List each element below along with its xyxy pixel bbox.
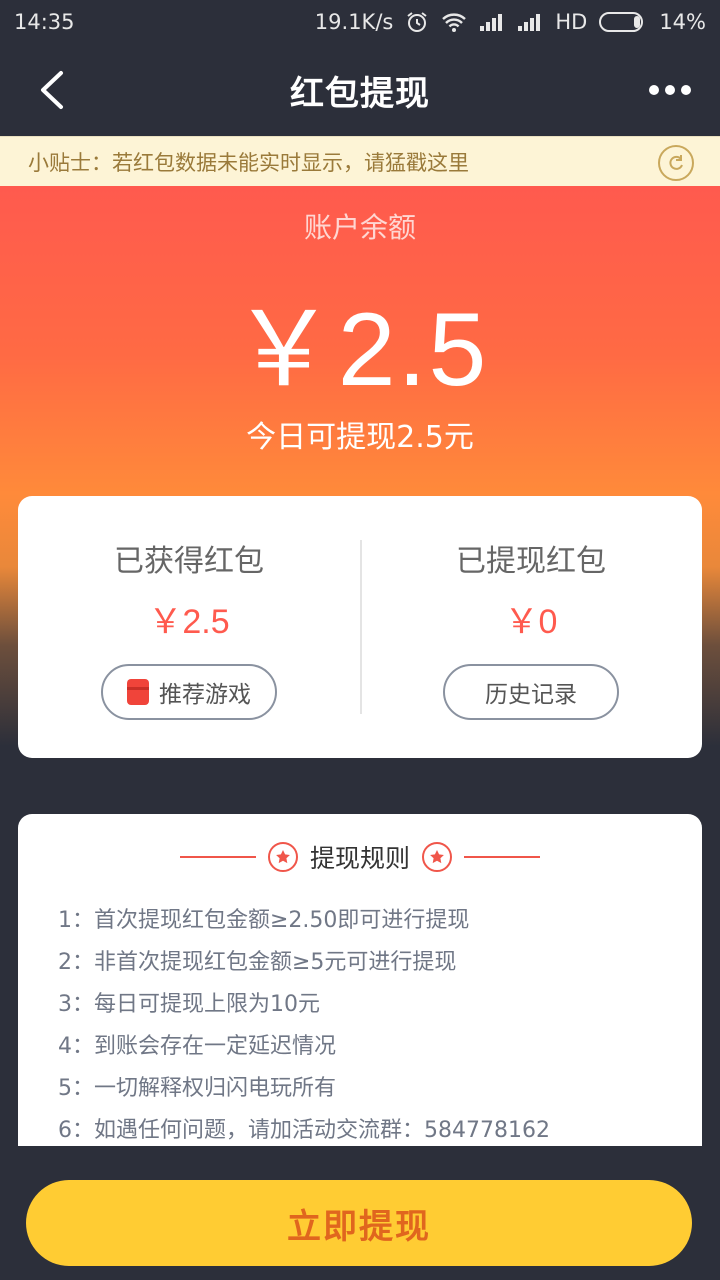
earned-column: 已获得红包 ￥2.5 推荐游戏: [18, 496, 360, 758]
tip-bar[interactable]: 小贴士：若红包数据未能实时显示，请猛戳这里: [0, 136, 720, 186]
star-icon: [267, 842, 298, 872]
network-type: HD: [555, 10, 588, 34]
more-button[interactable]: [644, 66, 696, 114]
rule-item: 1：首次提现红包金额≥2.50即可进行提现: [58, 908, 470, 933]
battery-icon: [599, 11, 647, 33]
signal-icon: [479, 12, 505, 32]
rules-card: 提现规则 1：首次提现红包金额≥2.50即可进行提现 2：非首次提现红包金额≥5…: [18, 814, 702, 1146]
status-bar: 14:35 19.1K/s HD 14%: [0, 0, 720, 44]
app-header: 红包提现: [0, 44, 720, 136]
status-right: 19.1K/s HD 14%: [315, 10, 706, 34]
tip-text: 小贴士：若红包数据未能实时显示，请猛戳这里: [28, 150, 469, 175]
rules-title: 提现规则: [309, 844, 410, 873]
withdrawn-column: 已提现红包 ￥0 历史记录: [360, 496, 702, 758]
status-time: 14:35: [14, 10, 75, 34]
red-packet-icon: [127, 679, 149, 705]
withdraw-now-button[interactable]: 立即提现: [26, 1180, 692, 1266]
stats-card: 已获得红包 ￥2.5 推荐游戏 已提现红包 ￥0 历史记录: [18, 496, 702, 758]
page-title: 红包提现: [290, 73, 430, 114]
rule-item: 4：到账会存在一定延迟情况: [58, 1034, 336, 1059]
recommend-games-button[interactable]: 推荐游戏: [101, 664, 277, 720]
balance-label: 账户余额: [303, 211, 416, 244]
alarm-icon: [405, 10, 429, 34]
rules-list: 1：首次提现红包金额≥2.50即可进行提现 2：非首次提现红包金额≥5元可进行提…: [58, 904, 678, 1156]
recommend-games-label: 推荐游戏: [159, 682, 251, 708]
earned-value: ￥2.5: [148, 603, 230, 641]
star-icon: [422, 842, 452, 872]
net-speed: 19.1K/s: [314, 10, 394, 34]
rule-item: 2：非首次提现红包金额≥5元可进行提现: [58, 950, 457, 975]
rules-title-row: 提现规则: [18, 840, 702, 874]
signal-icon-2: [517, 12, 543, 32]
withdrawn-value: ￥0: [504, 603, 558, 641]
earned-label: 已获得红包: [114, 544, 264, 579]
back-button[interactable]: [28, 66, 76, 114]
withdrawn-label: 已提现红包: [456, 544, 606, 579]
history-label: 历史记录: [485, 682, 577, 708]
rules-line-left: [179, 856, 256, 858]
rule-item: 5：一切解释权归闪电玩所有: [58, 1076, 336, 1101]
today-withdrawable-text: 今日可提现2.5元: [246, 420, 474, 455]
balance-amount: ￥2.5: [231, 292, 489, 408]
rule-item: 3：每日可提现上限为10元: [58, 992, 320, 1017]
rule-item: 6：如遇任何问题，请加活动交流群：584778162: [58, 1118, 550, 1143]
history-button[interactable]: 历史记录: [443, 664, 619, 720]
refresh-icon[interactable]: [658, 145, 694, 181]
battery-percent: 14%: [659, 10, 706, 34]
wifi-icon: [441, 11, 467, 33]
rules-line-right: [464, 856, 540, 858]
more-dots-icon: [649, 85, 691, 95]
chevron-left-icon: [41, 71, 63, 109]
